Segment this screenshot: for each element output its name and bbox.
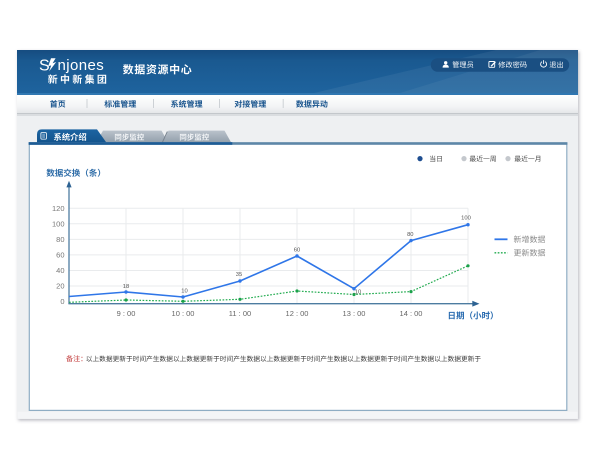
svg-text:10: 10 <box>181 289 187 295</box>
svg-text:60: 60 <box>294 247 300 253</box>
svg-text:18: 18 <box>123 284 129 290</box>
svg-text:20: 20 <box>56 282 64 291</box>
svg-text:0: 0 <box>60 297 64 306</box>
svg-text:njones: njones <box>58 57 105 74</box>
svg-text:120: 120 <box>52 204 65 213</box>
svg-text:60: 60 <box>56 251 64 260</box>
svg-text:80: 80 <box>407 232 413 238</box>
svg-text:35: 35 <box>236 272 242 278</box>
svg-text:11 : 00: 11 : 00 <box>229 309 251 318</box>
svg-text:13 : 00: 13 : 00 <box>343 309 366 318</box>
svg-text:10 : 00: 10 : 00 <box>172 309 195 318</box>
svg-text:10: 10 <box>355 290 361 296</box>
svg-text:S: S <box>39 58 50 75</box>
svg-text:14 : 00: 14 : 00 <box>400 309 423 318</box>
svg-text:100: 100 <box>52 219 65 228</box>
svg-text:80: 80 <box>56 235 64 244</box>
svg-text:40: 40 <box>56 266 64 275</box>
svg-text:100: 100 <box>461 216 471 222</box>
svg-text:9 : 00: 9 : 00 <box>117 309 136 318</box>
svg-text:12 : 00: 12 : 00 <box>286 309 309 318</box>
